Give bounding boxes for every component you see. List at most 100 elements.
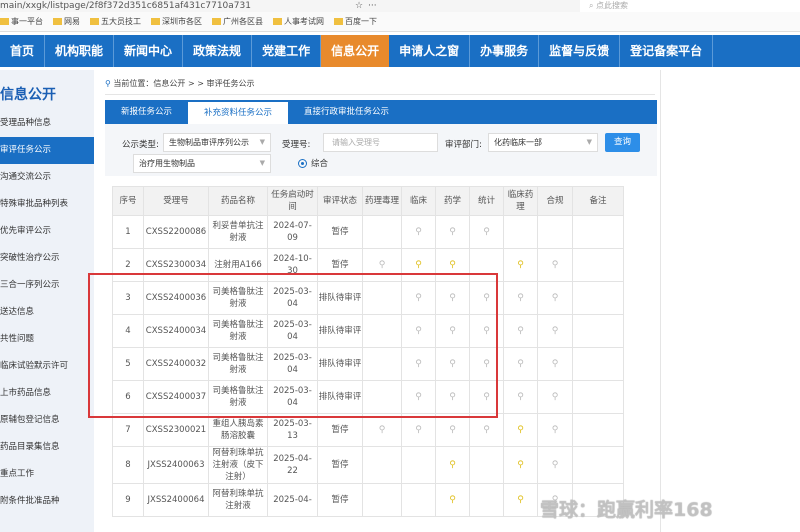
lightbulb-icon[interactable]: ⚲	[552, 393, 559, 402]
sidebar-item[interactable]: 三合一序列公示	[0, 272, 94, 299]
cell-name: 司美格鲁肽注射液	[208, 281, 268, 315]
browser-search-input[interactable]: ⌕ 点此搜索	[585, 0, 735, 12]
tab-item[interactable]: 补充资料任务公示	[188, 102, 289, 124]
radio-comprehensive[interactable]: 综合	[298, 157, 328, 169]
chevron-down-icon: ▼	[259, 159, 265, 167]
nav-item[interactable]: 机构职能	[45, 35, 115, 67]
lightbulb-icon[interactable]: ⚲	[552, 426, 559, 435]
nav-item[interactable]: 办事服务	[470, 35, 540, 67]
sidebar-item[interactable]: 突破性治疗公示	[0, 245, 94, 272]
lightbulb-icon[interactable]: ⚲	[415, 327, 422, 336]
sidebar-item[interactable]: 优先审评公示	[0, 218, 94, 245]
bookmark-item[interactable]: 人事考试网	[273, 16, 324, 27]
lightbulb-icon[interactable]: ⚲	[483, 426, 490, 435]
lightbulb-icon[interactable]: ⚲	[517, 294, 524, 303]
sidebar-item[interactable]: 上市药品信息	[0, 380, 94, 407]
sidebar-item[interactable]: 送达信息	[0, 299, 94, 326]
cell-name: 司美格鲁肽注射液	[208, 314, 268, 348]
column-header: 药品名称	[208, 186, 268, 216]
nav-item[interactable]: 登记备案平台	[620, 35, 714, 67]
lightbulb-icon[interactable]: ⚲	[483, 393, 490, 402]
sidebar-item[interactable]: 审评任务公示	[0, 137, 94, 164]
nav-item[interactable]: 监督与反馈	[539, 35, 621, 67]
lightbulb-icon[interactable]: ⚲	[449, 426, 456, 435]
lightbulb-icon[interactable]: ⚲	[449, 360, 456, 369]
lightbulb-icon[interactable]: ⚲	[517, 327, 524, 336]
lightbulb-icon[interactable]: ⚲	[517, 261, 524, 270]
bookmark-item[interactable]: 事一平台	[0, 16, 43, 27]
lightbulb-icon[interactable]: ⚲	[483, 327, 490, 336]
radio-icon[interactable]	[298, 159, 307, 168]
bookmark-item[interactable]: 深圳市各区	[151, 16, 202, 27]
sidebar-item[interactable]: 原辅包登记信息	[0, 407, 94, 434]
accept-number-input[interactable]: 请输入受理号	[323, 133, 438, 152]
review-cell: ⚲	[469, 314, 504, 348]
breadcrumb: ⚲ 当前位置：信息公开 > > 审评任务公示	[105, 78, 254, 89]
lightbulb-icon[interactable]: ⚲	[415, 393, 422, 402]
bookmark-item[interactable]: 网易	[53, 16, 80, 27]
cell-id: CXSS2200086	[143, 215, 209, 249]
url-text[interactable]: main/xxgk/listpage/2f8f372d351c6851af431…	[0, 0, 251, 12]
lightbulb-icon[interactable]: ⚲	[517, 393, 524, 402]
bookmark-label: 人事考试网	[284, 17, 324, 26]
nav-item[interactable]: 首页	[0, 35, 46, 67]
sidebar-item[interactable]: 药品目录集信息	[0, 434, 94, 461]
query-button[interactable]: 查询	[605, 133, 640, 152]
bookmark-item[interactable]: 广州各区县	[212, 16, 263, 27]
lightbulb-icon[interactable]: ⚲	[415, 426, 422, 435]
lightbulb-icon[interactable]: ⚲	[415, 294, 422, 303]
cell-remark	[572, 248, 624, 282]
lightbulb-icon[interactable]: ⚲	[552, 261, 559, 270]
nav-item[interactable]: 申请人之窗	[389, 35, 471, 67]
more-icon[interactable]: ···	[368, 0, 377, 12]
lightbulb-icon[interactable]: ⚲	[449, 294, 456, 303]
lightbulb-icon[interactable]: ⚲	[552, 294, 559, 303]
bookmark-item[interactable]: 百度一下	[334, 16, 377, 27]
lightbulb-icon[interactable]: ⚲	[379, 261, 386, 270]
star-icon[interactable]: ☆	[355, 0, 363, 12]
column-header: 受理号	[143, 186, 209, 216]
lightbulb-icon[interactable]: ⚲	[415, 228, 422, 237]
lightbulb-icon[interactable]: ⚲	[483, 228, 490, 237]
lightbulb-icon[interactable]: ⚲	[449, 461, 456, 470]
subtype-select[interactable]: 治疗用生物制品 ▼	[133, 154, 271, 173]
lightbulb-icon[interactable]: ⚲	[449, 393, 456, 402]
lightbulb-icon[interactable]: ⚲	[449, 228, 456, 237]
lightbulb-icon[interactable]: ⚲	[517, 496, 524, 505]
lightbulb-icon[interactable]: ⚲	[552, 327, 559, 336]
nav-item[interactable]: 信息公开	[321, 35, 390, 67]
lightbulb-icon[interactable]: ⚲	[552, 360, 559, 369]
lightbulb-icon[interactable]: ⚲	[449, 261, 456, 270]
nav-item[interactable]: 政策法规	[183, 35, 253, 67]
lightbulb-icon[interactable]: ⚲	[517, 426, 524, 435]
lightbulb-icon[interactable]: ⚲	[415, 261, 422, 270]
task-table: 序号 受理号 药品名称 任务启动时间 审评状态 药理毒理 临床 药学 统计 临床药理 合规 备注 1C…	[112, 186, 624, 517]
sidebar-item[interactable]: 沟通交流公示	[0, 164, 94, 191]
lightbulb-icon[interactable]: ⚲	[483, 360, 490, 369]
cell-remark	[572, 446, 624, 484]
nav-item[interactable]: 党建工作	[252, 35, 322, 67]
lightbulb-icon[interactable]: ⚲	[415, 360, 422, 369]
review-cell	[362, 314, 402, 348]
lightbulb-icon[interactable]: ⚲	[449, 327, 456, 336]
dept-select[interactable]: 化药临床一部 ▼	[488, 133, 598, 152]
tab-item[interactable]: 直接行政审批任务公示	[288, 100, 405, 124]
sidebar-item[interactable]: 附条件批准品种	[0, 488, 94, 515]
lightbulb-icon[interactable]: ⚲	[379, 426, 386, 435]
type-select[interactable]: 生物制品审评序列公示 ▼	[163, 133, 271, 152]
sidebar-item[interactable]: 重点工作	[0, 461, 94, 488]
lightbulb-icon[interactable]: ⚲	[449, 496, 456, 505]
sidebar-item[interactable]: 特殊审批品种列表	[0, 191, 94, 218]
table-row: 7 CXSS2300021 重组人胰岛素肠溶胶囊 2025-03-13 暂停 ⚲ ⚲ ⚲ ⚲ ⚲ ⚲	[112, 413, 624, 447]
lightbulb-icon[interactable]: ⚲	[552, 461, 559, 470]
nav-item[interactable]: 新闻中心	[114, 35, 184, 67]
bookmark-item[interactable]: 五大员技工	[90, 16, 141, 27]
lightbulb-icon[interactable]: ⚲	[483, 294, 490, 303]
sidebar-item[interactable]: 临床试验默示许可	[0, 353, 94, 380]
browser-address-bar[interactable]: main/xxgk/listpage/2f8f372d351c6851af431…	[0, 0, 580, 12]
tab-item[interactable]: 新报任务公示	[105, 100, 188, 124]
lightbulb-icon[interactable]: ⚲	[517, 461, 524, 470]
lightbulb-icon[interactable]: ⚲	[517, 360, 524, 369]
sidebar-item[interactable]: 受理品种信息	[0, 110, 94, 137]
sidebar-item[interactable]: 共性问题	[0, 326, 94, 353]
